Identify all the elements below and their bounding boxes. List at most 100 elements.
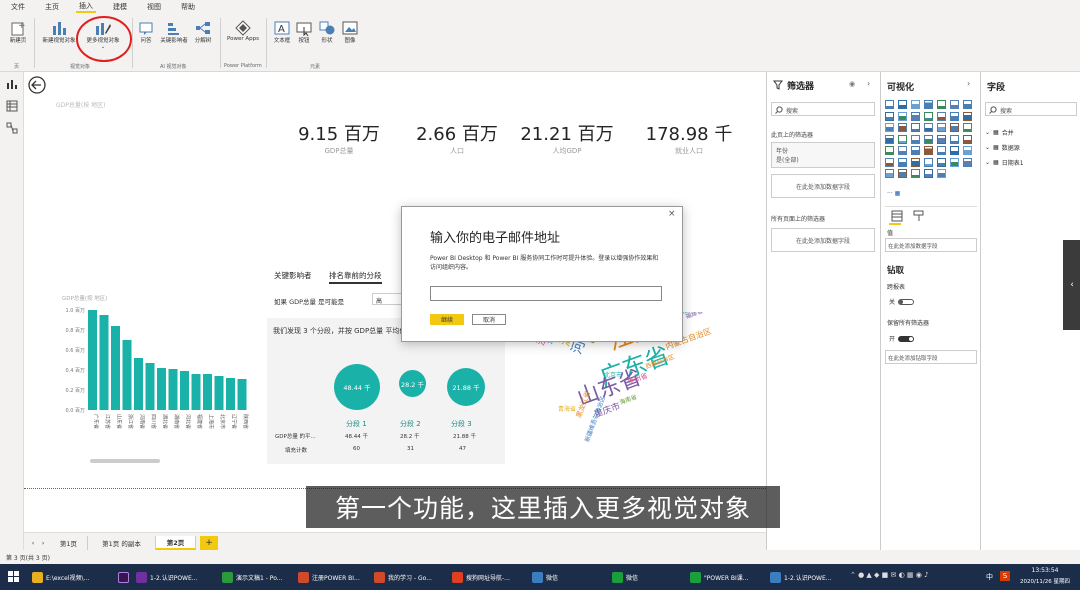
key-influencers-button[interactable]: 关键影响者 bbox=[157, 20, 191, 44]
bar[interactable] bbox=[111, 326, 120, 410]
visual-type-icon[interactable] bbox=[963, 111, 972, 121]
taskbar-app[interactable]: E:\excel视频\... bbox=[32, 568, 89, 586]
visual-type-icon[interactable] bbox=[898, 157, 907, 167]
tabs-prev-icon[interactable]: ‹ bbox=[28, 536, 38, 550]
visual-type-icon[interactable] bbox=[924, 111, 933, 121]
dialog-close-icon[interactable]: × bbox=[668, 209, 676, 219]
visual-type-icon[interactable] bbox=[924, 134, 933, 144]
clock-date[interactable]: 2020/11/26 星期四 bbox=[1014, 577, 1076, 585]
visual-type-icon[interactable] bbox=[885, 100, 894, 109]
filter-card-year[interactable]: 年份 是(全部) bbox=[771, 142, 875, 168]
shapes-button[interactable]: 形状 bbox=[316, 20, 338, 44]
bar[interactable] bbox=[214, 376, 224, 410]
bar[interactable] bbox=[237, 379, 247, 410]
visual-type-icon[interactable] bbox=[898, 100, 907, 109]
visual-type-icon[interactable] bbox=[937, 157, 946, 167]
bar[interactable] bbox=[226, 378, 235, 410]
format-paint-roller-icon[interactable] bbox=[913, 210, 925, 222]
cancel-button[interactable]: 取消 bbox=[472, 314, 506, 325]
back-arrow-icon[interactable] bbox=[28, 76, 46, 94]
visual-type-icon[interactable] bbox=[950, 123, 959, 132]
visual-type-icon[interactable] bbox=[924, 169, 933, 178]
image-button[interactable]: 图像 bbox=[340, 20, 360, 44]
word-cloud-word[interactable]: 北京市 bbox=[604, 370, 622, 379]
sogou-icon[interactable]: S bbox=[1000, 571, 1010, 581]
cross-report-toggle[interactable]: 关 bbox=[889, 297, 915, 306]
filters-search-input[interactable]: 搜索 bbox=[771, 102, 875, 116]
chart-scrollbar[interactable] bbox=[90, 459, 160, 463]
menu-insert[interactable]: 插入 bbox=[76, 1, 96, 13]
segment-2-circle[interactable]: 28.2 千 bbox=[399, 370, 426, 397]
visual-type-icon[interactable] bbox=[885, 134, 894, 144]
bar[interactable] bbox=[99, 315, 109, 410]
bar[interactable] bbox=[180, 371, 189, 410]
qa-button[interactable]: 问答 bbox=[136, 20, 156, 44]
visual-type-icon[interactable] bbox=[950, 111, 959, 121]
viz-collapse-chevron-icon[interactable]: › bbox=[967, 79, 970, 88]
visual-type-grid[interactable] bbox=[885, 100, 979, 180]
taskbar-app[interactable]: 微信 bbox=[612, 568, 638, 586]
menu-modeling[interactable]: 建模 bbox=[110, 2, 130, 12]
bar[interactable] bbox=[203, 374, 212, 410]
page-filter-drop-well[interactable]: 在此处添加数据字段 bbox=[771, 174, 875, 198]
page-tab-1-copy[interactable]: 第1页 的副本 bbox=[88, 536, 156, 550]
keep-filters-toggle[interactable]: 开 bbox=[889, 334, 915, 343]
visual-type-icon[interactable] bbox=[937, 123, 946, 132]
visual-type-icon[interactable] bbox=[911, 169, 920, 178]
visual-type-icon[interactable] bbox=[911, 157, 920, 167]
viz-more-icon[interactable]: ··· ▦ bbox=[887, 190, 900, 197]
page-tab-1[interactable]: 第1页 bbox=[50, 536, 88, 550]
power-apps-button[interactable]: Power Apps bbox=[226, 20, 260, 42]
decomposition-tree-button[interactable]: 分解树 bbox=[191, 20, 215, 44]
report-view-icon[interactable] bbox=[6, 78, 18, 90]
tab-top-segments[interactable]: 排名靠前的分段 bbox=[329, 270, 382, 284]
taskbar-app[interactable]: 微信 bbox=[532, 568, 558, 586]
visual-type-icon[interactable] bbox=[885, 123, 894, 132]
visual-type-icon[interactable] bbox=[898, 146, 907, 155]
tabs-next-icon[interactable]: › bbox=[38, 536, 48, 550]
visual-type-icon[interactable] bbox=[911, 134, 920, 144]
bar-chart[interactable]: 1.0 百万 0.8 百万 0.6 百万 0.4 百万 0.2 百万 0.0 百万 广东省江… bbox=[54, 304, 254, 464]
visual-type-icon[interactable] bbox=[950, 134, 959, 144]
bar[interactable] bbox=[145, 363, 155, 410]
field-table-merge[interactable]: ⌄ ▦ 合并 bbox=[985, 128, 1014, 137]
visual-type-icon[interactable] bbox=[924, 146, 933, 155]
visual-type-icon[interactable] bbox=[963, 100, 972, 109]
new-page-button[interactable]: + 新建页 bbox=[5, 20, 31, 44]
visual-type-icon[interactable] bbox=[937, 134, 946, 144]
field-table-date[interactable]: ⌄ ▦ 日期表1 bbox=[985, 158, 1024, 167]
taskbar-app[interactable]: 演示文稿1 - Po... bbox=[222, 568, 283, 586]
visual-type-icon[interactable] bbox=[963, 146, 972, 155]
bar[interactable] bbox=[88, 310, 97, 410]
visual-type-icon[interactable] bbox=[937, 111, 946, 121]
page-tab-2[interactable]: 第2页 bbox=[156, 536, 196, 550]
taskbar-app[interactable]: 注册POWER BI... bbox=[298, 568, 360, 586]
visual-type-icon[interactable] bbox=[911, 100, 920, 109]
drill-drop-well[interactable]: 在此处添加钻取字段 bbox=[885, 350, 977, 364]
data-view-icon[interactable] bbox=[6, 100, 18, 112]
visual-type-icon[interactable] bbox=[885, 146, 894, 155]
visual-type-icon[interactable] bbox=[950, 100, 959, 109]
bar[interactable] bbox=[191, 374, 201, 410]
visual-type-icon[interactable] bbox=[898, 111, 907, 121]
tab-key-influencers[interactable]: 关键影响者 bbox=[274, 270, 312, 281]
visual-type-icon[interactable] bbox=[950, 157, 959, 167]
visual-type-icon[interactable] bbox=[911, 146, 920, 155]
all-pages-filter-drop-well[interactable]: 在此处添加数据字段 bbox=[771, 228, 875, 252]
collapse-chevron-icon[interactable]: › bbox=[867, 79, 870, 88]
continue-button[interactable]: 继续 bbox=[430, 314, 464, 325]
visual-type-icon[interactable] bbox=[885, 111, 894, 121]
bar[interactable] bbox=[134, 358, 143, 410]
visual-type-icon[interactable] bbox=[963, 157, 972, 167]
buttons-button[interactable]: 按钮 bbox=[294, 20, 314, 44]
clock-time[interactable]: 13:53:54 bbox=[1014, 567, 1076, 574]
bar[interactable] bbox=[157, 368, 166, 410]
menu-view[interactable]: 视图 bbox=[144, 2, 164, 12]
word-cloud-word[interactable]: 青海省 bbox=[558, 404, 576, 413]
visual-type-icon[interactable] bbox=[911, 123, 920, 132]
tray-icons[interactable]: ⌃ ● ▲ ◆ ■ ✉ ◐ ▦ ◉ ♪ bbox=[850, 571, 929, 579]
side-drawer-handle[interactable]: ‹ bbox=[1063, 240, 1080, 330]
visual-type-icon[interactable] bbox=[898, 123, 907, 132]
email-input[interactable] bbox=[430, 286, 662, 301]
visual-type-icon[interactable] bbox=[885, 169, 894, 178]
